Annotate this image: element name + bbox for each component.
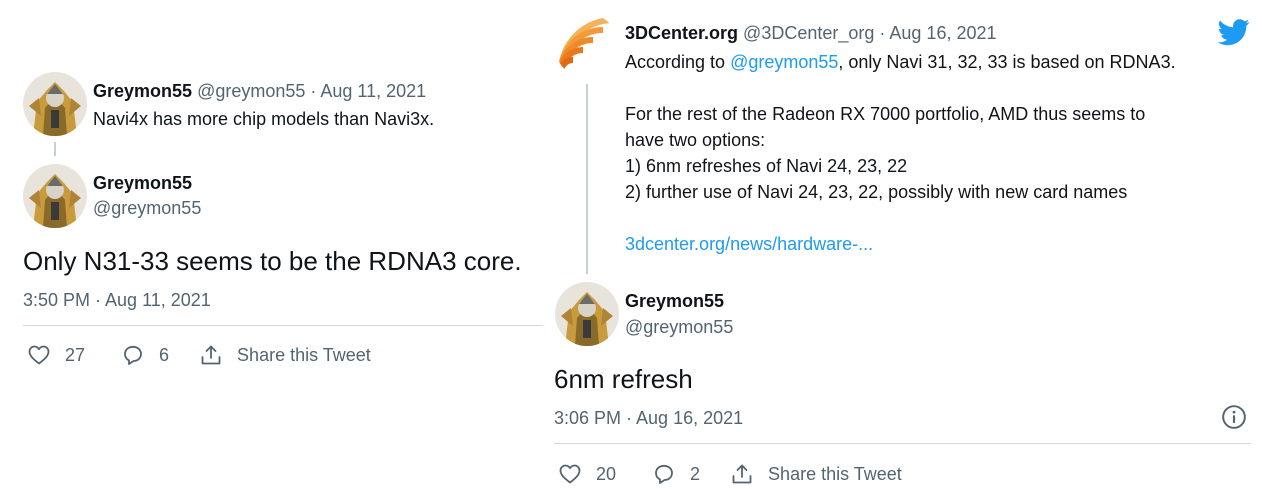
tweet-embed-left: Greymon55 @greymon55 · Aug 11, 2021 Navi… — [0, 0, 545, 489]
avatar-image — [23, 164, 87, 228]
tweet-date[interactable]: Aug 11, 2021 — [320, 81, 426, 101]
share-label: Share this Tweet — [768, 463, 902, 484]
greymon-avatar[interactable] — [23, 164, 87, 228]
greymon-avatar[interactable] — [555, 282, 619, 346]
article-link[interactable]: 3dcenter.org/news/hardware-... — [625, 232, 873, 256]
parent-tweet-line: have two options: — [625, 130, 766, 150]
share-label: Share this Tweet — [237, 344, 371, 365]
author-name[interactable]: Greymon55 — [93, 171, 192, 195]
like-count: 20 — [596, 463, 617, 484]
share-button[interactable]: Share this Tweet — [199, 343, 371, 367]
tweet-date[interactable]: Aug 16, 2021 — [889, 23, 996, 43]
parent-tweet-header: 3DCenter.org @3DCenter_org · Aug 16, 202… — [625, 21, 997, 45]
parent-tweet-line: 2) further use of Navi 24, 23, 22, possi… — [625, 182, 1128, 202]
share-icon — [201, 345, 221, 365]
avatar-image — [555, 282, 619, 346]
tweet-text: Only N31-33 seems to be the RDNA3 core. — [23, 246, 522, 276]
avatar-image — [23, 72, 87, 136]
author-name[interactable]: 3DCenter.org — [625, 23, 738, 43]
reply-count: 6 — [159, 344, 170, 365]
text-suffix: , only Navi 31, 32, 33 is based on RDNA3… — [838, 52, 1176, 72]
like-count: 27 — [65, 344, 86, 365]
info-icon[interactable] — [1221, 404, 1247, 430]
tweet-actions: 27 6 Share this Tweet — [27, 340, 371, 370]
author-name[interactable]: Greymon55 — [625, 289, 724, 313]
like-button[interactable]: 20 — [558, 462, 616, 486]
author-handle[interactable]: @greymon55 — [625, 315, 733, 339]
tweet-actions: 20 2 Share this Tweet — [558, 459, 902, 489]
twitter-logo-icon[interactable] — [1218, 16, 1250, 48]
reply-icon — [655, 464, 673, 484]
parent-tweet-line: For the rest of the Radeon RX 7000 portf… — [625, 104, 1146, 124]
avatar-image — [555, 14, 619, 78]
author-handle[interactable]: @greymon55 — [93, 196, 201, 220]
text-prefix: According to — [625, 52, 731, 72]
reply-button[interactable]: 2 — [652, 462, 700, 486]
author-handle[interactable]: @greymon55 — [197, 81, 305, 101]
like-button[interactable]: 27 — [27, 343, 85, 367]
heart-icon — [559, 464, 581, 484]
tweet-text: 6nm refresh — [554, 364, 693, 394]
greymon-avatar[interactable] — [23, 72, 87, 136]
thread-line — [586, 84, 588, 274]
reply-count: 2 — [690, 463, 701, 484]
parent-tweet-line: 1) 6nm refreshes of Navi 24, 23, 22 — [625, 156, 908, 176]
share-button[interactable]: Share this Tweet — [730, 462, 902, 486]
tweet-timestamp[interactable]: 3:50 PM · Aug 11, 2021 — [23, 288, 211, 312]
separator: · — [874, 23, 890, 43]
heart-icon — [28, 345, 50, 365]
parent-tweet-line: According to @greymon55, only Navi 31, 3… — [625, 50, 1176, 74]
author-handle[interactable]: @3DCenter_org — [743, 23, 874, 43]
parent-tweet-text: Navi4x has more chip models than Navi3x. — [93, 109, 435, 129]
reply-button[interactable]: 6 — [121, 343, 169, 367]
parent-tweet-header: Greymon55 @greymon55 · Aug 11, 2021 — [93, 79, 426, 103]
mention-link[interactable]: @greymon55 — [730, 52, 838, 72]
tweet-embed-right: 3DCenter.org @3DCenter_org · Aug 16, 202… — [540, 0, 1262, 489]
divider — [554, 443, 1251, 444]
tweet-timestamp[interactable]: 3:06 PM · Aug 16, 2021 — [554, 406, 743, 430]
separator: · — [305, 81, 321, 101]
author-name[interactable]: Greymon55 — [93, 81, 192, 101]
3dcenter-avatar[interactable] — [555, 14, 619, 78]
divider — [23, 325, 543, 326]
share-icon — [732, 464, 752, 484]
reply-icon — [124, 345, 142, 365]
thread-line — [54, 142, 56, 156]
